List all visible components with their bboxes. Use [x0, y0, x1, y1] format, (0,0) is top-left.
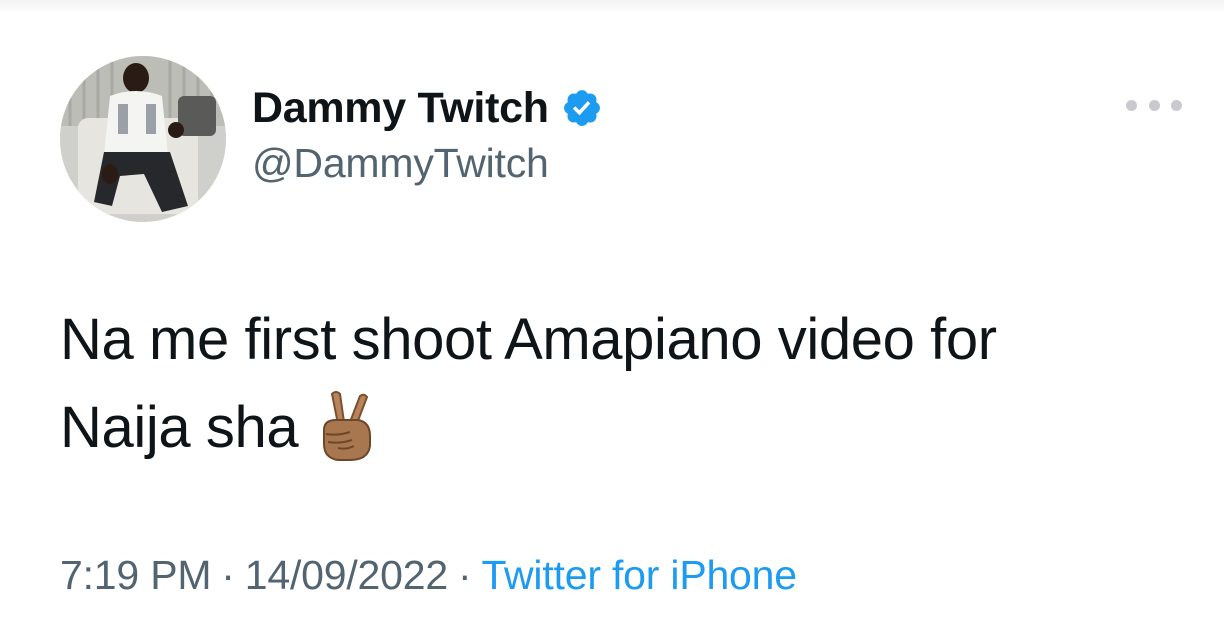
victory-hand-icon [316, 390, 378, 462]
display-name[interactable]: Dammy Twitch [252, 84, 549, 133]
avatar-photo [60, 56, 226, 222]
tweet-time[interactable]: 7:19 PM [60, 552, 211, 598]
tweet-meta: 7:19 PM · 14/09/2022 · Twitter for iPhone [60, 552, 797, 599]
more-dot [1171, 99, 1182, 111]
user-handle[interactable]: @DammyTwitch [252, 140, 603, 187]
tweet-source-link[interactable]: Twitter for iPhone [481, 552, 797, 598]
tweet-card: Dammy Twitch @DammyTwitch Na me first sh… [0, 0, 1224, 626]
tweet-text-line-2-text: Naija sha [60, 395, 299, 460]
name-row: Dammy Twitch [252, 80, 603, 136]
avatar[interactable] [60, 56, 226, 222]
tweet-text: Na me first shoot Amapiano video for Nai… [60, 296, 1170, 472]
meta-separator: · [457, 552, 472, 598]
meta-separator: · [221, 552, 235, 598]
user-info: Dammy Twitch @DammyTwitch [252, 80, 603, 187]
verified-badge-icon [561, 87, 603, 129]
more-horizontal-icon[interactable] [1126, 92, 1182, 118]
more-dot [1126, 99, 1137, 111]
tweet-date[interactable]: 14/09/2022 [245, 552, 448, 598]
tweet-text-line-1: Na me first shoot Amapiano video for [60, 307, 997, 372]
more-dot [1148, 99, 1160, 111]
tweet-text-line-2: Naija sha [60, 384, 1170, 472]
